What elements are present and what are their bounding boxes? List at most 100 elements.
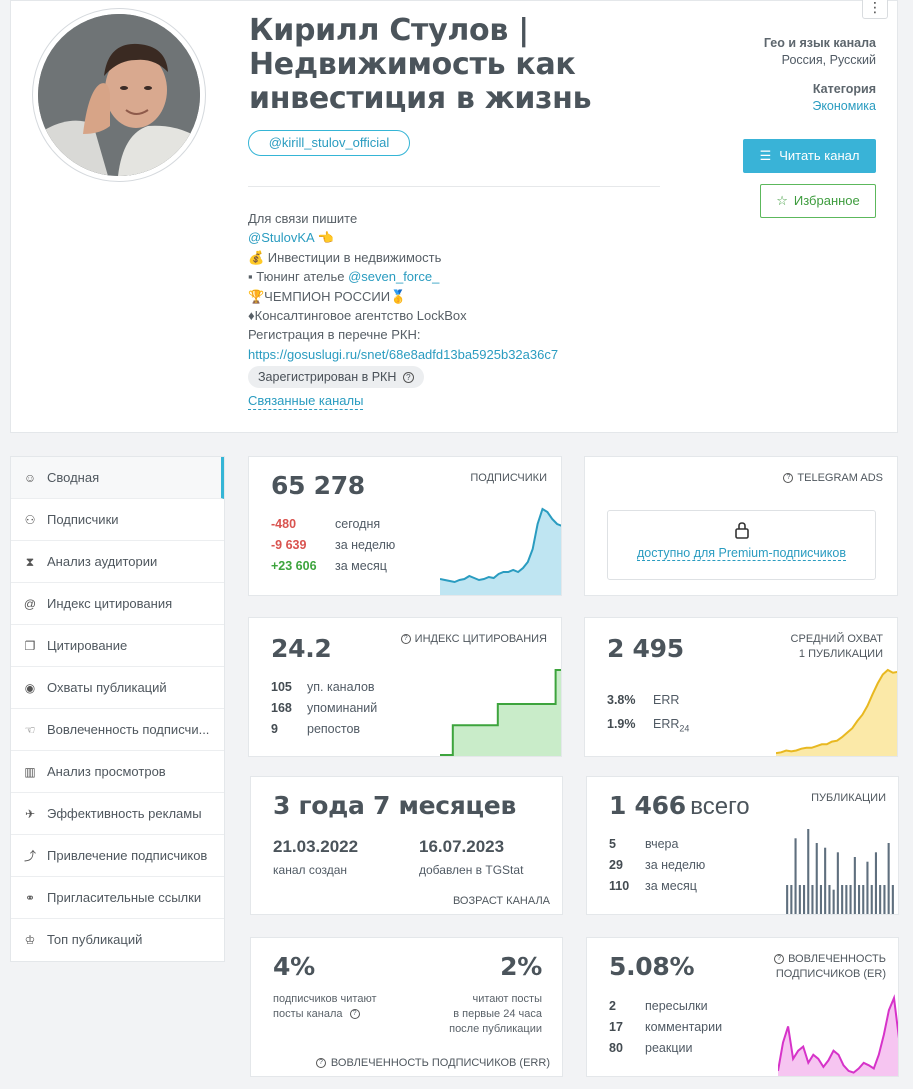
sidebar-item-label: Охваты публикаций [47, 680, 167, 695]
sidebar-item[interactable]: ☜ Вовлеченность подписчи... [11, 709, 224, 751]
subscribers-label: ПОДПИСЧИКИ [470, 472, 547, 484]
sidebar-item[interactable]: ❐ Цитирование [11, 625, 224, 667]
premium-lock-box: доступно для Premium-подписчиков [607, 510, 876, 580]
info-icon: ? [774, 954, 785, 965]
sidebar-item-label: Привлечение подписчиков [47, 848, 208, 863]
sidebar-item[interactable]: ⚇ Подписчики [11, 499, 224, 541]
channel-title: Кирилл Стулов | Недвижимость как инвести… [249, 14, 669, 116]
description-line: 🏆ЧЕМПИОН РОССИИ🥇 [248, 288, 407, 304]
geo-block: Гео и язык канала Россия, Русский [764, 35, 876, 69]
stat-value: 9 [271, 722, 278, 736]
er-stats: 2 пересылки 17 комментарии 80 реакции [609, 996, 722, 1059]
publications-bar [887, 843, 890, 914]
average-reach-value: 2 495 [607, 634, 684, 663]
err-card[interactable]: 4% 2% подписчиков читают посты канала ? … [250, 937, 563, 1077]
publications-bar [798, 885, 801, 914]
err-left-value: 4% [273, 952, 315, 981]
publications-bar [815, 843, 818, 914]
stat-value: 80 [609, 1041, 623, 1055]
channel-handle-link[interactable]: @kirill_stulov_official [248, 130, 410, 156]
er-value: 5.08% [609, 952, 695, 981]
premium-link[interactable]: доступно для Premium-подписчиков [636, 546, 846, 561]
related-channels-link[interactable]: Связанные каналы [248, 393, 364, 410]
info-icon: ? [402, 372, 414, 384]
contact-link[interactable]: @StulovKA 👈 [248, 228, 668, 247]
subscribers-count: 65 278 [271, 471, 365, 500]
err-left-line: посты канала [273, 1008, 343, 1020]
citation-sparkline [440, 669, 561, 756]
more-menu-button[interactable]: ⋮ [862, 0, 888, 19]
favorite-button[interactable]: ☆ Избранное [760, 184, 876, 218]
stat-value: 1.9% [607, 717, 636, 731]
publications-count: 1 466 [609, 791, 686, 820]
channel-description: Для связи пишите @StulovKA 👈 💰 Инвестици… [248, 209, 668, 364]
stat-label: упоминаний [307, 701, 378, 715]
sidebar-item[interactable]: ☺ Сводная [11, 457, 224, 499]
created-date: 21.03.2022 [273, 837, 359, 856]
publications-bar [807, 829, 810, 914]
sidebar-item[interactable]: ⧗ Анализ аудитории [11, 541, 224, 583]
publications-bar [862, 885, 865, 914]
sidebar-item[interactable]: ✈ Эффективность рекламы [11, 793, 224, 835]
description-line: ♦Консалтинговое агентство LockBox [248, 308, 467, 324]
publications-bar [790, 885, 793, 914]
read-channel-button[interactable]: ☰ Читать канал [743, 139, 876, 173]
stat-label: уп. каналов [307, 680, 375, 694]
publications-bar [879, 885, 882, 914]
subscribers-sparkline [440, 507, 561, 595]
publications-card[interactable]: 1 466 всего ПУБЛИКАЦИИ 5 вчера 29 за недел… [586, 776, 899, 915]
publications-bar [849, 885, 852, 914]
er-label: ВОВЛЕЧЕННОСТЬ [788, 953, 886, 965]
citation-index-card[interactable]: 24.2 ? ИНДЕКС ЦИТИРОВАНИЯ 105 уп. каналов … [248, 617, 562, 757]
stat-value: 2 [609, 999, 616, 1013]
sidebar-item-label: Подписчики [47, 512, 119, 527]
description-line: ▪ Тюнинг ателье @seven_force_ [248, 267, 668, 286]
sidebar-menu: ☺ Сводная ⚇ Подписчики ⧗ Анализ аудитории @ Инд… [10, 456, 225, 962]
stat-label: сегодня [335, 517, 381, 531]
publications-bar [819, 885, 822, 914]
publications-bar [786, 885, 789, 914]
rkn-badge[interactable]: Зарегистрирован в РКН ? [248, 366, 424, 388]
stat-value: 3.8% [607, 693, 636, 707]
publications-bar [836, 852, 839, 914]
tuning-link[interactable]: @seven_force_ [348, 269, 439, 284]
stat-subscript: 24 [679, 723, 690, 734]
publications-stats: 5 вчера 29 за неделю 110 за месяц [609, 834, 705, 897]
title-line: Кирилл Стулов | [249, 13, 529, 48]
stat-label: за неделю [645, 858, 706, 872]
publications-bar [832, 889, 835, 914]
err-right-line: читают посты [472, 993, 542, 1005]
stat-label: реакции [645, 1041, 693, 1055]
average-reach-card[interactable]: 2 495 СРЕДНИЙ ОХВАТ 1 ПУБЛИКАЦИИ 3.8% ERR … [584, 617, 898, 757]
publications-bar [853, 857, 856, 914]
sidebar-item-label: Топ публикаций [47, 932, 143, 947]
menu-icon: ⤴ [23, 849, 36, 863]
description-line: 💰 Инвестиции в недвижимость [248, 249, 442, 265]
category-label: Категория [812, 82, 876, 96]
rkn-link[interactable]: https://gosuslugi.ru/snet/68e8adfd13ba59… [248, 345, 668, 364]
er-card[interactable]: 5.08% ? ВОВЛЕЧЕННОСТЬ ПОДПИСЧИКОВ (ER) 2 пе… [586, 937, 899, 1077]
subscribers-card[interactable]: 65 278 ПОДПИСЧИКИ -480 сегодня -9 639 за н… [248, 456, 562, 596]
sidebar-item[interactable]: ◉ Охваты публикаций [11, 667, 224, 709]
geo-label: Гео и язык канала [763, 36, 876, 50]
publications-sparkline [786, 829, 894, 914]
sidebar-item-label: Сводная [47, 470, 100, 485]
menu-icon: ▥ [24, 765, 36, 779]
description-line: Регистрация в перечне РКН: [248, 327, 421, 343]
publications-bar [828, 885, 831, 914]
description-line: Для связи пишите [248, 211, 358, 226]
reach-label: СРЕДНИЙ ОХВАТ [790, 633, 883, 645]
sidebar-item[interactable]: ⚭ Пригласительные ссылки [11, 877, 224, 919]
menu-icon: ☜ [24, 723, 36, 737]
menu-icon: ◉ [24, 681, 36, 695]
stat-value: +23 606 [271, 559, 317, 573]
sidebar-item[interactable]: @ Индекс цитирования [11, 583, 224, 625]
sidebar-item[interactable]: ♔ Топ публикаций [11, 919, 224, 961]
added-date: 16.07.2023 [419, 837, 505, 856]
created-label: канал создан [273, 863, 348, 877]
sidebar-item[interactable]: ⤴ Привлечение подписчиков [11, 835, 224, 877]
added-block: 16.07.2023 добавлен в TGStat [419, 837, 523, 877]
sidebar-item[interactable]: ▥ Анализ просмотров [11, 751, 224, 793]
created-block: 21.03.2022 канал создан [273, 837, 358, 877]
category-link[interactable]: Экономика [812, 99, 876, 113]
